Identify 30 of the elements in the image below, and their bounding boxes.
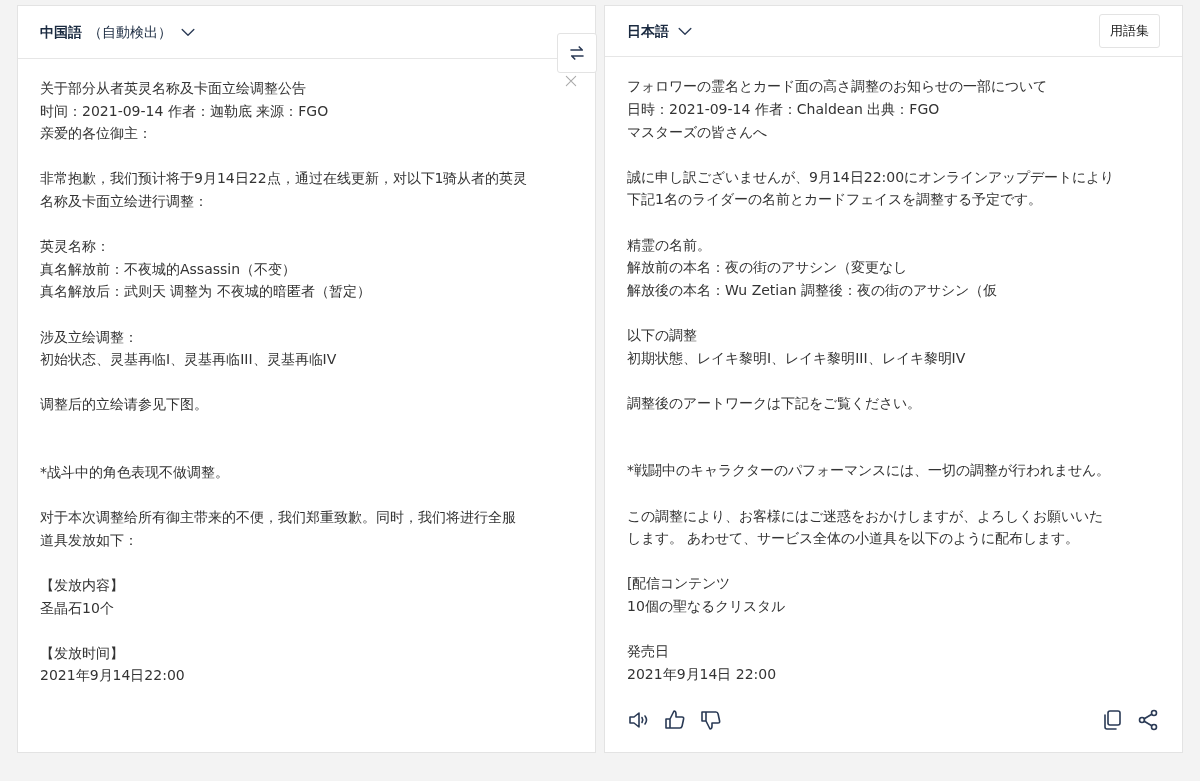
text-paragraph: 对于本次调整给所有御主带来的不便，我们郑重致歉。同时，我们将进行全服 道具发放如下： — [40, 508, 517, 550]
swap-arrows-icon — [568, 44, 586, 62]
text-paragraph: 【发放时间】 2021年9月14日22:00 — [40, 643, 186, 686]
text-paragraph: 精霊の名前。 解放前の本名：夜の街のアサシン（変更なし 解放後の本名：Wu Zetian 調整後：夜の街のアサシン（仮 — [627, 235, 999, 300]
source-language-dropdown[interactable]: 中国語 （自動検出） — [40, 21, 198, 43]
text-paragraph: フォロワーの霊名とカード面の高さ調整のお知らせの一部について 日時：2021-09-14 作者：Chaldean 出典：FGO マスターズの皆さんへ — [627, 77, 1048, 142]
text-paragraph: 【发放内容】 圣晶石10个 — [40, 576, 125, 618]
text-paragraph: 涉及立绘调整： 初始状态、灵基再临I、灵基再临III、灵基再临IV — [40, 327, 338, 370]
thumbs-down-button[interactable] — [699, 708, 723, 732]
thumbs-down-icon — [699, 708, 723, 732]
thumbs-up-icon — [663, 708, 687, 732]
text-paragraph: *戦闘中のキャラクターのパフォーマンスには、一切の調整が行われません。 — [627, 461, 1111, 481]
share-icon — [1136, 708, 1160, 732]
share-button[interactable] — [1136, 708, 1160, 732]
text-paragraph: *战斗中的角色表现不做调整。 — [40, 463, 230, 483]
swap-languages-button[interactable] — [557, 33, 597, 73]
text-paragraph: 英灵名称： 真名解放前：不夜城的Assassin（不变） 真名解放后：武则天 调整为 不夜城的暗匿者（暂定） — [40, 237, 372, 302]
glossary-button[interactable]: 用語集 — [1099, 14, 1160, 48]
text-paragraph: 以下の調整 初期状態、レイキ黎明I、レイキ黎明III、レイキ黎明IV — [627, 325, 967, 368]
text-paragraph: 誠に申し訳ございませんが、9月14日22:00にオンラインアップデートにより 下記1名のライダーの名前とカードフェイスを調整する予定です。 — [627, 167, 1116, 210]
text-paragraph: この調整により、お客様にはご迷惑をおかけしますが、よろしくお願いいた します。 あわせて、サービス全体の小道具を以下のように配布します。 — [627, 506, 1104, 549]
target-language-dropdown[interactable]: 日本語 — [627, 20, 695, 42]
close-icon — [563, 73, 579, 89]
text-paragraph: 調整後のアートワークは下記をご覧ください。 — [627, 393, 922, 413]
text-paragraph: [配信コンテンツ 10個の聖なるクリスタル — [627, 574, 786, 617]
text-paragraph: 発売日 2021年9月14日 22:00 — [627, 642, 778, 684]
text-paragraph: 调整后的立绘请参见下图。 — [40, 395, 209, 415]
text-paragraph: 非常抱歉，我们预计将于9月14日22点，通过在线更新，对以下1骑从者的英灵 名称及卡面立绘进行调整： — [40, 169, 529, 211]
text-paragraph: 关于部分从者英灵名称及卡面立绘调整公告 时间：2021-09-14 作者：迦勒底 来源：FGO 亲爱的各位御主： — [40, 79, 330, 144]
thumbs-up-button[interactable] — [663, 708, 687, 732]
